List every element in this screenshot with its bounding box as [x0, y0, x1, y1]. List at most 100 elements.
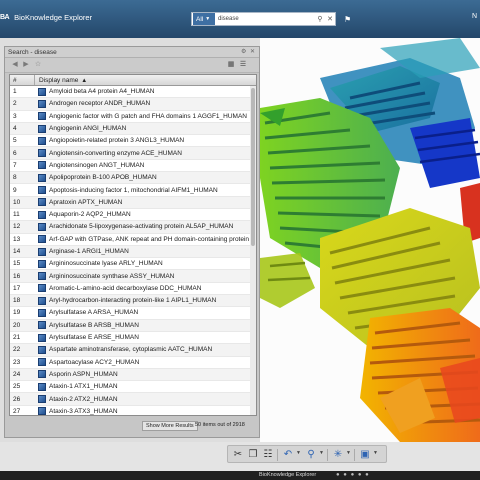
row-number: 2 [13, 100, 17, 108]
table-row[interactable]: 24 Asporin ASPN_HUMAN [10, 368, 256, 382]
row-display-name: Ataxin-1 ATX1_HUMAN [49, 383, 118, 391]
protein-icon [38, 407, 46, 415]
table-row[interactable]: 12 Arachidonate 5-lipoxygenase-activating… [10, 221, 256, 234]
search-scope-label: All [196, 15, 204, 23]
column-header-number[interactable]: # [10, 75, 35, 85]
window-icon[interactable]: ▣ [358, 448, 372, 461]
protein-icon [38, 259, 46, 268]
star-icon[interactable]: ☆ [33, 60, 43, 70]
column-header-display-name[interactable]: Display name ▲ [35, 75, 256, 85]
row-number: 9 [13, 186, 17, 194]
table-row[interactable]: 16 Argininosuccinate synthase ASSY_HUMAN [10, 270, 256, 283]
global-search-box: All ▼ disease ⚲ ✕ [191, 12, 336, 26]
caption-text: BioKnowledge Explorer [259, 472, 317, 478]
protein-icon [38, 87, 46, 96]
undo-icon[interactable]: ↶ [281, 448, 295, 461]
protein-icon [38, 124, 46, 133]
table-row[interactable]: 10 Apratoxin APTX_HUMAN [10, 196, 256, 209]
copy-icon[interactable]: ❐ [246, 448, 260, 461]
page-indicator[interactable]: ● ● ● ● ● [336, 471, 370, 480]
chevron-down-icon[interactable]: ▼ [346, 450, 351, 456]
app-title: BioKnowledge Explorer [14, 13, 93, 22]
table-row[interactable]: 17 Aromatic-L-amino-acid decarboxylase DD… [10, 283, 256, 296]
row-number: 17 [13, 284, 21, 292]
table-row[interactable]: 6 Angiotensin-converting enzyme ACE_HUMAN [10, 147, 256, 160]
table-row[interactable]: 1 Amyloid beta A4 protein A4_HUMAN [10, 86, 256, 99]
row-display-name: Angiotensin-converting enzyme ACE_HUMAN [49, 149, 182, 157]
network-icon[interactable]: ✳ [331, 448, 345, 461]
gear-icon[interactable]: ⚙ [241, 47, 246, 58]
protein-ribbon-render [260, 38, 480, 442]
app-brand: BA BioKnowledge Explorer [0, 13, 92, 22]
magnify-icon[interactable]: ⚲ [304, 448, 318, 461]
close-icon[interactable]: ✕ [250, 47, 255, 58]
clear-search-icon[interactable]: ✕ [325, 15, 335, 23]
caption-bar: BioKnowledge Explorer ● ● ● ● ● [0, 471, 480, 480]
row-number: 5 [13, 137, 17, 145]
table-row[interactable]: 20 Arylsulfatase B ARSB_HUMAN [10, 319, 256, 332]
row-number: 15 [13, 260, 21, 268]
row-display-name: Arylsulfatase A ARSA_HUMAN [49, 309, 139, 317]
row-display-name: Argininosuccinate lyase ARLY_HUMAN [49, 260, 163, 268]
table-row[interactable]: 14 Arginase-1 ARGI1_HUMAN [10, 245, 256, 259]
row-number: 20 [13, 321, 21, 329]
chevron-down-icon[interactable]: ▼ [296, 450, 301, 456]
table-row[interactable]: 25 Ataxin-1 ATX1_HUMAN [10, 381, 256, 394]
table-row[interactable]: 22 Aspartate aminotransferase, cytoplasmi… [10, 344, 256, 357]
protein-icon [38, 333, 46, 342]
grid-view-icon[interactable]: ▦ [226, 60, 236, 70]
scrollbar-thumb[interactable] [251, 88, 255, 246]
table-row[interactable]: 5 Angiopoietin-related protein 3 ANGL3_HU… [10, 135, 256, 148]
table-row[interactable]: 21 Arylsulfatase E ARSE_HUMAN [10, 332, 256, 345]
search-input[interactable]: disease [215, 16, 315, 22]
row-display-name: Aspartoacylase ACY2_HUMAN [49, 358, 140, 366]
table-row[interactable]: 7 Angiotensinogen ANGT_HUMAN [10, 160, 256, 173]
vertical-scrollbar[interactable] [250, 86, 256, 415]
row-display-name: Androgen receptor ANDR_HUMAN [49, 100, 151, 108]
row-number: 16 [13, 272, 21, 280]
row-display-name: Arachidonate 5-lipoxygenase-activating p… [49, 223, 234, 231]
protein-icon [38, 210, 46, 219]
table-row[interactable]: 15 Argininosuccinate lyase ARLY_HUMAN [10, 258, 256, 271]
user-name-truncated[interactable]: N [472, 13, 477, 20]
table-row[interactable]: 27 Ataxin-3 ATX3_HUMAN [10, 406, 256, 415]
protein-icon [38, 345, 46, 354]
forward-arrow-icon[interactable]: ▶ [21, 60, 31, 70]
paste-icon[interactable]: ☷ [261, 448, 275, 461]
row-display-name: Angiogenic factor with G patch and FHA d… [49, 112, 247, 120]
search-icon[interactable]: ⚲ [315, 15, 325, 23]
list-view-icon[interactable]: ☰ [238, 60, 248, 70]
row-number: 18 [13, 297, 21, 305]
table-row[interactable]: 18 Aryl-hydrocarbon-interacting protein-l… [10, 295, 256, 308]
back-arrow-icon[interactable]: ◀ [10, 60, 20, 70]
protein-icon [38, 149, 46, 158]
protein-icon [38, 222, 46, 231]
table-row[interactable]: 4 Angiogenin ANGI_HUMAN [10, 122, 256, 136]
row-display-name: Angiopoietin-related protein 3 ANGL3_HUM… [49, 137, 185, 145]
results-table: # Display name ▲ 1 Amyloid beta A4 protei… [9, 74, 257, 416]
table-body: 1 Amyloid beta A4 protein A4_HUMAN 2 Androg… [10, 86, 256, 415]
protein-icon [38, 272, 46, 281]
table-row[interactable]: 8 Apolipoprotein B-100 APOB_HUMAN [10, 172, 256, 185]
search-scope-dropdown[interactable]: All ▼ [193, 13, 215, 25]
show-more-results-button[interactable]: Show More Results [142, 421, 198, 431]
table-row[interactable]: 11 Aquaporin-2 AQP2_HUMAN [10, 209, 256, 222]
protein-icon [38, 99, 46, 108]
table-row[interactable]: 3 Angiogenic factor with G patch and FHA … [10, 111, 256, 123]
search-results-panel: Search - disease ⚙ ✕ ◀ ▶ ☆ ▦ ☰ # Display… [4, 46, 260, 438]
table-row[interactable]: 26 Ataxin-2 ATX2_HUMAN [10, 393, 256, 406]
table-row[interactable]: 23 Aspartoacylase ACY2_HUMAN [10, 357, 256, 369]
table-row[interactable]: 13 Arf-GAP with GTPase, ANK repeat and PH… [10, 234, 256, 246]
row-number: 3 [13, 112, 17, 120]
row-display-name: Arf-GAP with GTPase, ANK repeat and PH d… [49, 235, 255, 243]
scissors-icon[interactable]: ✂ [231, 448, 245, 461]
chevron-down-icon: ▼ [205, 16, 211, 22]
table-row[interactable]: 2 Androgen receptor ANDR_HUMAN [10, 98, 256, 111]
tag-icon[interactable]: ⚑ [344, 15, 351, 24]
table-row[interactable]: 9 Apoptosis-inducing factor 1, mitochondr… [10, 184, 256, 197]
table-header: # Display name ▲ [10, 75, 256, 86]
table-row[interactable]: 19 Arylsulfatase A ARSA_HUMAN [10, 307, 256, 320]
protein-structure-viewer[interactable] [260, 38, 480, 442]
chevron-down-icon[interactable]: ▼ [373, 450, 378, 456]
chevron-down-icon[interactable]: ▼ [319, 450, 324, 456]
